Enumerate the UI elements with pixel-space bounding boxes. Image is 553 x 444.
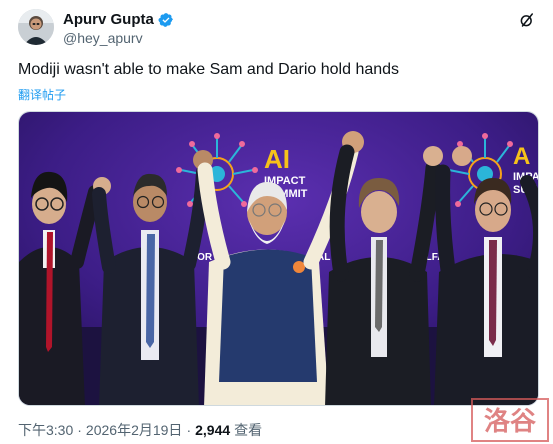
translate-post-link[interactable]: 翻译帖子 [18, 86, 66, 103]
tweet-media-image[interactable]: AI IMPACT SUMMIT A IMPACT SUMMI [18, 111, 539, 406]
tweet-text: Modiji wasn't able to make Sam and Dario… [18, 61, 400, 78]
banner-title-right: A [513, 143, 530, 170]
views-count: 2,944 [195, 422, 231, 438]
handle[interactable]: @hey_apurv [63, 30, 143, 46]
tweet-header: Apurv Gupta @hey_apurv [18, 9, 538, 49]
meta-separator-2: · [186, 422, 192, 438]
tweet-date[interactable]: 2026年2月19日 [86, 420, 183, 440]
person-5 [434, 146, 538, 405]
display-name[interactable]: Apurv Gupta [63, 11, 154, 28]
banner-title: AI [264, 144, 290, 174]
name-row: Apurv Gupta [63, 11, 174, 28]
verified-badge-icon [158, 12, 174, 28]
meta-separator: · [77, 422, 82, 438]
watermark-text: 洛谷 [484, 406, 537, 437]
person-4 [325, 144, 443, 405]
site-watermark: 洛谷 [471, 398, 549, 442]
tweet-meta: 下午3:30 · 2026年2月19日 · 2,944 查看 [18, 420, 262, 440]
views-label: 查看 [234, 422, 263, 438]
grok-slash-icon[interactable] [516, 9, 538, 31]
tweet-time[interactable]: 下午3:30 [18, 420, 73, 440]
avatar[interactable] [18, 9, 54, 45]
